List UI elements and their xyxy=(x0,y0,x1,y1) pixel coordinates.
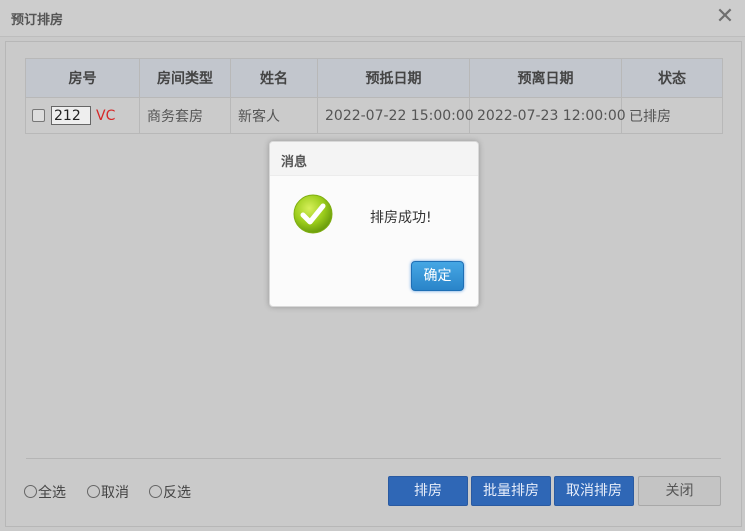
table-row[interactable]: VC 商务套房 新客人 2022-07-22 15:00:00 2022-07-… xyxy=(25,97,723,134)
radio-circle-icon xyxy=(149,485,162,498)
room-number-input[interactable] xyxy=(51,106,91,125)
room-no-cell: VC xyxy=(25,97,140,134)
dialog-ok-button[interactable]: 确定 xyxy=(411,261,464,291)
room-status-flag: VC xyxy=(96,107,116,124)
cancel-select-radio[interactable]: 取消 xyxy=(87,482,129,502)
column-header-arrival[interactable]: 预抵日期 xyxy=(317,58,470,98)
footer-divider xyxy=(26,458,721,459)
dialog-title: 消息 xyxy=(281,155,308,170)
dialog-header: 消息 xyxy=(270,142,478,176)
column-header-status[interactable]: 状态 xyxy=(621,58,723,98)
booking-table: 房号 房间类型 姓名 预抵日期 预离日期 状态 VC 商务套房 新客人 2022… xyxy=(25,58,723,134)
departure-cell: 2022-07-23 12:00:00 xyxy=(469,97,626,134)
invert-select-radio[interactable]: 反选 xyxy=(149,482,191,502)
message-dialog: 消息 排房成功! 确定 xyxy=(269,141,479,307)
row-checkbox[interactable] xyxy=(32,109,45,122)
select-all-radio[interactable]: 全选 xyxy=(24,482,66,502)
table-header-row: 房号 房间类型 姓名 预抵日期 预离日期 状态 xyxy=(25,58,723,98)
window-title: 预订排房 xyxy=(11,13,64,28)
select-all-label: 全选 xyxy=(38,485,66,501)
arrival-cell: 2022-07-22 15:00:00 xyxy=(317,97,474,134)
invert-select-label: 反选 xyxy=(163,485,191,501)
batch-assign-button[interactable]: 批量排房 xyxy=(471,476,551,506)
cancel-select-label: 取消 xyxy=(101,485,129,501)
column-header-departure[interactable]: 预离日期 xyxy=(469,58,622,98)
guest-name-cell: 新客人 xyxy=(230,97,318,134)
status-cell: 已排房 xyxy=(621,97,723,134)
column-header-guest-name[interactable]: 姓名 xyxy=(230,58,318,98)
column-header-room-type[interactable]: 房间类型 xyxy=(139,58,231,98)
column-header-room-no[interactable]: 房号 xyxy=(25,58,140,98)
radio-circle-icon xyxy=(87,485,100,498)
close-icon[interactable]: ✕ xyxy=(713,5,737,29)
close-button[interactable]: 关闭 xyxy=(638,476,721,506)
assign-room-button[interactable]: 排房 xyxy=(388,476,468,506)
dialog-message: 排房成功! xyxy=(370,210,432,226)
cancel-assign-button[interactable]: 取消排房 xyxy=(554,476,634,506)
success-check-icon xyxy=(293,194,333,234)
window-titlebar: 预订排房 ✕ xyxy=(0,0,745,37)
radio-circle-icon xyxy=(24,485,37,498)
room-type-cell: 商务套房 xyxy=(139,97,231,134)
